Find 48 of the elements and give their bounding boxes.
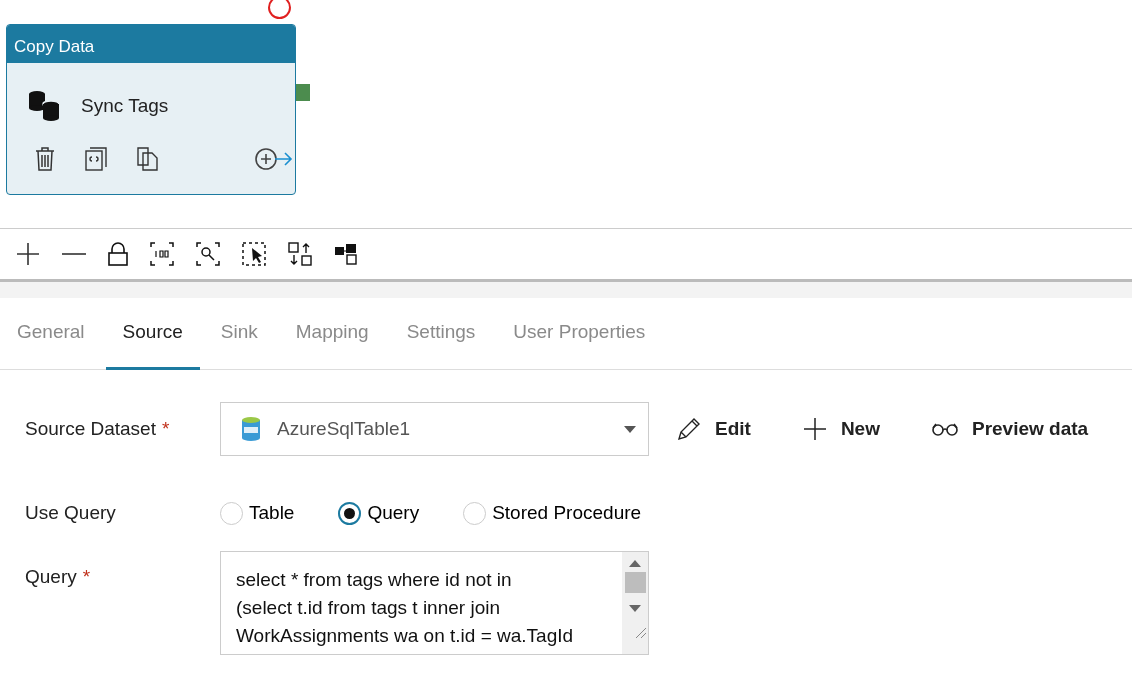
query-textarea[interactable]: select * from tags where id not in (select t.id from tags t inner join WorkAssignments wa on t.id = wa.TagId xyxy=(220,550,649,655)
field-label: Use Query xyxy=(25,502,116,523)
glasses-icon xyxy=(931,422,958,436)
tab[interactable]: Source xyxy=(105,298,200,370)
preview-button[interactable]: Preview data xyxy=(931,414,1089,444)
tab[interactable]: Settings xyxy=(389,298,493,370)
layout-icon[interactable] xyxy=(334,243,358,265)
code-icon[interactable] xyxy=(85,147,107,171)
edit-button[interactable]: Edit xyxy=(677,414,751,444)
scrollbar[interactable] xyxy=(622,551,648,654)
arrange-icon[interactable] xyxy=(288,242,312,266)
dropdown-caret-icon xyxy=(624,425,636,433)
breakpoint-circle[interactable] xyxy=(268,0,291,19)
pencil-icon xyxy=(677,417,701,441)
required-mark: * xyxy=(161,417,170,439)
plus-icon xyxy=(802,417,827,441)
activity-type: Copy Data xyxy=(7,25,295,63)
zoom-out-icon[interactable] xyxy=(62,252,86,256)
add-output-icon[interactable] xyxy=(255,147,293,171)
query-line: WorkAssignments wa on t.id = wa.TagId xyxy=(236,623,575,648)
query-line: select * from tags where id not in xyxy=(236,567,513,592)
query-line: (select t.id from tags t inner join xyxy=(236,595,501,620)
field-label: Query xyxy=(25,565,77,587)
scroll-thumb[interactable] xyxy=(624,571,646,593)
required-mark: * xyxy=(82,565,91,587)
zoom-in-icon[interactable] xyxy=(16,242,40,266)
copy-icon[interactable] xyxy=(137,147,159,171)
sql-database-icon xyxy=(241,416,261,442)
new-button[interactable]: New xyxy=(802,414,880,444)
resize-grip-icon[interactable] xyxy=(636,627,646,638)
delete-icon[interactable] xyxy=(35,147,55,171)
scroll-up-icon[interactable] xyxy=(629,559,641,567)
activity-name: Sync Tags xyxy=(81,93,169,118)
radio-option[interactable]: Table xyxy=(220,499,295,528)
dataset-value: AzureSqlTable1 xyxy=(277,416,412,441)
database-icon xyxy=(27,89,61,123)
scroll-down-icon[interactable] xyxy=(629,604,641,612)
field-label: Source Dataset xyxy=(25,417,156,439)
lock-icon[interactable] xyxy=(108,242,128,266)
radio-button[interactable] xyxy=(338,501,362,525)
zoom-reset-icon[interactable] xyxy=(150,242,174,266)
select-icon[interactable] xyxy=(242,242,266,266)
zoom-to-fit-icon[interactable] xyxy=(196,242,220,266)
tab[interactable]: Mapping xyxy=(278,298,386,370)
activity-card[interactable]: Copy Data Sync Tags xyxy=(6,24,296,195)
radio-option[interactable]: Query xyxy=(338,499,420,528)
radio-option[interactable]: Stored Procedure xyxy=(463,499,642,528)
dataset-dropdown[interactable]: AzureSqlTable1 xyxy=(220,402,649,456)
